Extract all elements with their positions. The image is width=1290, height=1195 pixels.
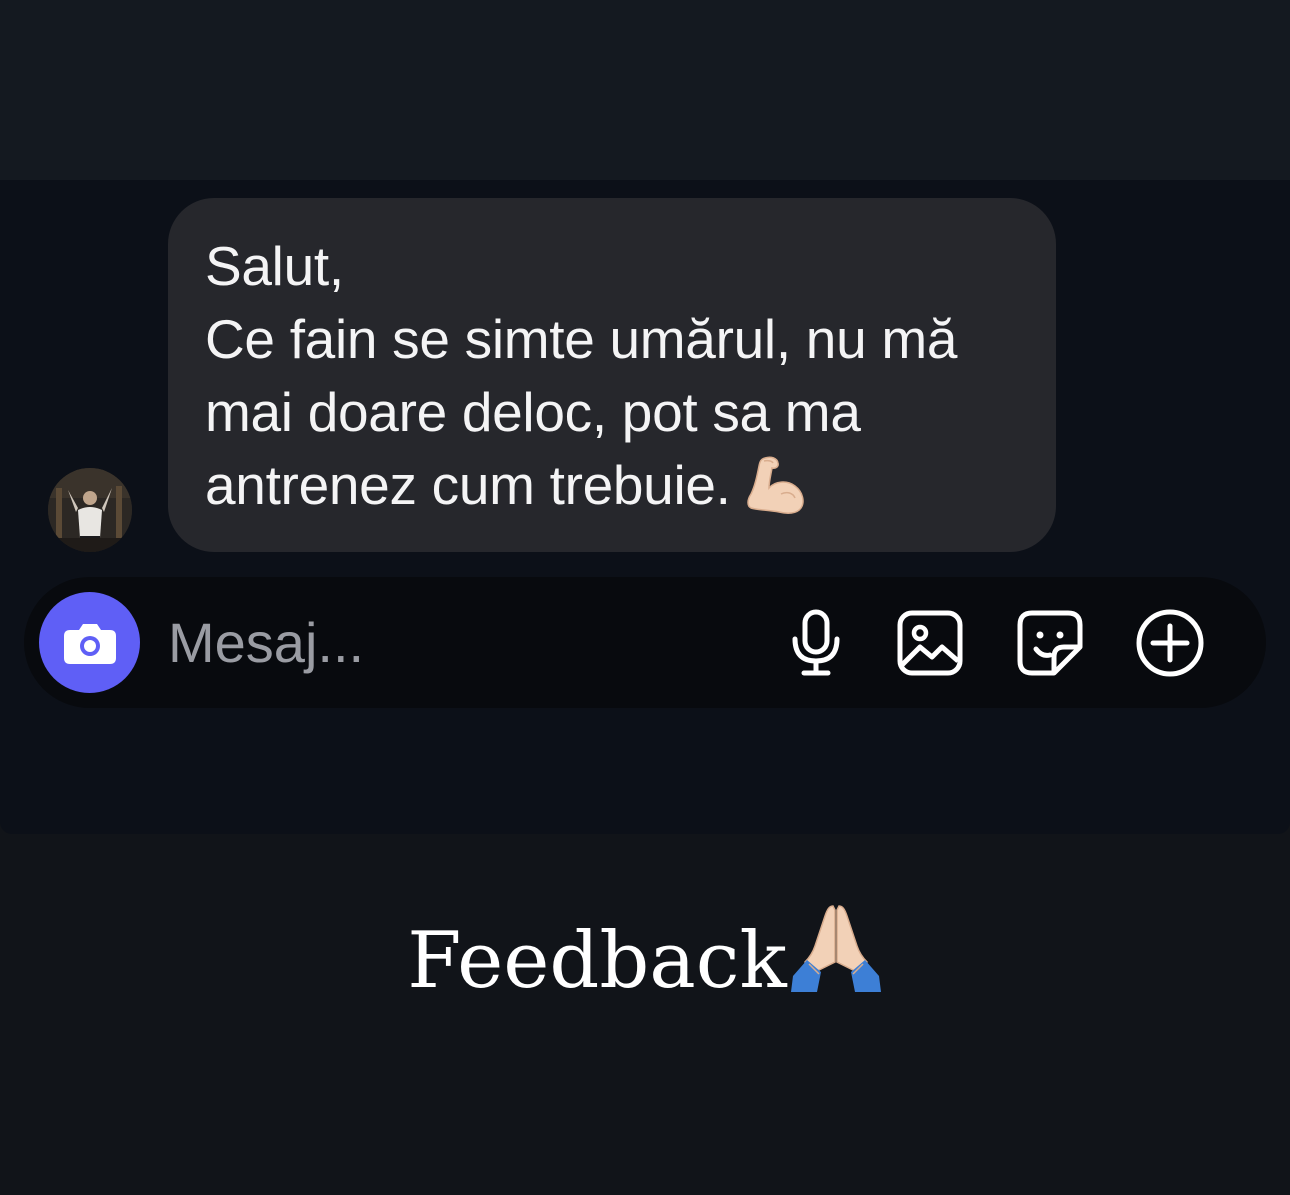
caption: Feedback xyxy=(0,900,1290,1010)
folded-hands-emoji xyxy=(789,900,883,1021)
message-line: mai doare deloc, pot sa ma xyxy=(205,381,861,443)
message-line: Salut, xyxy=(205,235,344,297)
message-input[interactable]: Mesaj... xyxy=(168,607,728,679)
caption-text: Feedback xyxy=(407,915,787,1006)
microphone-icon xyxy=(792,609,840,676)
sticker-button[interactable] xyxy=(1014,607,1086,679)
flexed-biceps-emoji xyxy=(745,454,811,534)
camera-button[interactable] xyxy=(39,592,140,693)
microphone-button[interactable] xyxy=(780,607,852,679)
gallery-button[interactable] xyxy=(894,607,966,679)
sticker-icon xyxy=(1017,610,1083,676)
camera-icon xyxy=(63,623,116,664)
avatar-photo xyxy=(48,468,132,552)
more-options-button[interactable] xyxy=(1134,607,1206,679)
top-band xyxy=(0,0,1290,180)
message-line-last: antrenez cum trebuie. xyxy=(205,449,1020,534)
received-message-bubble[interactable]: Salut, Ce fain se simte umărul, nu mă ma… xyxy=(168,198,1056,552)
gallery-icon xyxy=(897,610,963,676)
message-composer: Mesaj... xyxy=(24,577,1266,708)
plus-circle-icon xyxy=(1136,609,1204,677)
sender-avatar[interactable] xyxy=(48,468,132,552)
message-line: Ce fain se simte umărul, nu mă xyxy=(205,308,958,370)
message-line-text: antrenez cum trebuie. xyxy=(205,454,731,516)
